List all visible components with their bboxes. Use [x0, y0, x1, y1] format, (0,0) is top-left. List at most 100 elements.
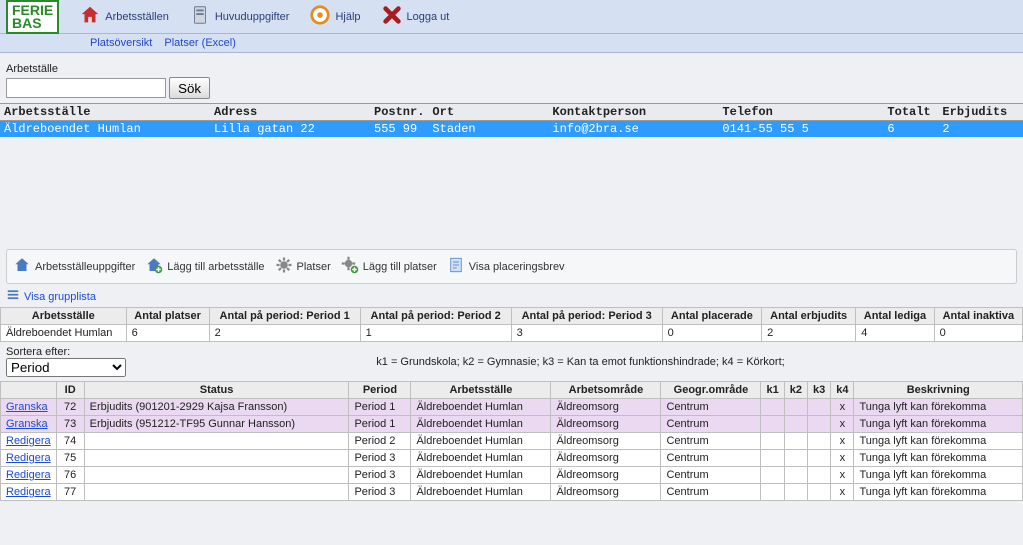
- wp-off: 2: [938, 121, 1023, 138]
- detail-table: ID Status Period Arbetsställe Arbetsområ…: [0, 381, 1023, 501]
- workplace-grid: Arbetsställe Adress Postnr. Ort Kontaktp…: [0, 103, 1023, 137]
- workplace-grid-header: Arbetsställe Adress Postnr. Ort Kontaktp…: [0, 104, 1023, 121]
- dh-period[interactable]: Period: [349, 382, 411, 399]
- sh3: Antal på period: Period 1: [209, 308, 360, 325]
- dh-area[interactable]: Arbetsområde: [551, 382, 661, 399]
- row-id: 77: [56, 484, 84, 501]
- row-geo: Centrum: [661, 467, 761, 484]
- nav-arbetsstallen[interactable]: Arbetsställen: [75, 2, 173, 31]
- row-id: 72: [56, 399, 84, 416]
- row-action-link[interactable]: Redigera: [6, 486, 51, 498]
- topbar: FERIE BAS Arbetsställen Huvuduppgifter H…: [0, 0, 1023, 34]
- row-place: Äldreboendet Humlan: [411, 433, 551, 450]
- nav-logout[interactable]: Logga ut: [377, 2, 454, 31]
- row-status: [84, 450, 349, 467]
- row-action-link[interactable]: Redigera: [6, 435, 51, 447]
- dh-k3[interactable]: k3: [807, 382, 830, 399]
- wp-h-city[interactable]: Ort: [428, 104, 548, 121]
- dh-id[interactable]: ID: [56, 382, 84, 399]
- row-action-link[interactable]: Redigera: [6, 452, 51, 464]
- add-home-icon: [145, 256, 163, 277]
- sort-label: Sortera efter:: [6, 346, 126, 358]
- row-k2: [784, 399, 807, 416]
- row-period: Period 2: [349, 433, 411, 450]
- nav-logout-label: Logga ut: [407, 11, 450, 23]
- legend-text: k1 = Grundskola; k2 = Gymnasie; k3 = Kan…: [144, 356, 1017, 368]
- tool-info-label: Arbetsställeuppgifter: [35, 261, 135, 273]
- row-area: Äldreomsorg: [551, 399, 661, 416]
- wp-h-phone[interactable]: Telefon: [718, 104, 883, 121]
- row-period: Period 3: [349, 450, 411, 467]
- tool-platser[interactable]: Platser: [275, 256, 331, 277]
- wp-h-contact[interactable]: Kontaktperson: [548, 104, 718, 121]
- sr1: Äldreboendet Humlan: [1, 325, 127, 342]
- row-k4: x: [831, 399, 854, 416]
- help-icon: [309, 4, 331, 29]
- row-period: Period 3: [349, 484, 411, 501]
- row-place: Äldreboendet Humlan: [411, 484, 551, 501]
- row-id: 73: [56, 416, 84, 433]
- row-geo: Centrum: [661, 433, 761, 450]
- row-descr: Tunga lyft kan förekomma: [854, 433, 1023, 450]
- table-row: Redigera76Period 3Äldreboendet HumlanÄld…: [1, 467, 1023, 484]
- wp-addr: Lilla gatan 22: [210, 121, 370, 138]
- wp-h-addr[interactable]: Adress: [210, 104, 370, 121]
- wp-h-total[interactable]: Totalt: [883, 104, 938, 121]
- sort-row: Sortera efter: Period k1 = Grundskola; k…: [0, 342, 1023, 381]
- row-geo: Centrum: [661, 416, 761, 433]
- detail-header: ID Status Period Arbetsställe Arbetsområ…: [1, 382, 1023, 399]
- sr3: 2: [209, 325, 360, 342]
- search-section: Arbetställe Sök: [0, 53, 1023, 103]
- row-area: Äldreomsorg: [551, 433, 661, 450]
- wp-h-off[interactable]: Erbjudits: [938, 104, 1023, 121]
- tool-add-platser[interactable]: Lägg till platser: [341, 256, 437, 277]
- row-action-link[interactable]: Redigera: [6, 469, 51, 481]
- wp-h-name[interactable]: Arbetsställe: [0, 104, 210, 121]
- row-action-link[interactable]: Granska: [6, 401, 48, 413]
- row-k1: [761, 399, 784, 416]
- search-input[interactable]: [6, 78, 166, 98]
- row-descr: Tunga lyft kan förekomma: [854, 484, 1023, 501]
- visa-grupplista[interactable]: Visa grupplista: [0, 286, 1023, 307]
- sh2: Antal platser: [126, 308, 209, 325]
- subnav-platsoversikt[interactable]: Platsöversikt: [90, 37, 152, 49]
- sr5: 3: [511, 325, 662, 342]
- dh-k4[interactable]: k4: [831, 382, 854, 399]
- subnav: Platsöversikt Platser (Excel): [0, 34, 1023, 53]
- tool-add-platser-label: Lägg till platser: [363, 261, 437, 273]
- sort-select[interactable]: Period: [6, 358, 126, 377]
- search-button[interactable]: Sök: [169, 77, 210, 99]
- row-action-link[interactable]: Granska: [6, 418, 48, 430]
- dh-place[interactable]: Arbetsställe: [411, 382, 551, 399]
- dh-geo[interactable]: Geogr.område: [661, 382, 761, 399]
- workplace-row[interactable]: Äldreboendet Humlan Lilla gatan 22 555 9…: [0, 121, 1023, 138]
- row-k3: [807, 450, 830, 467]
- row-id: 74: [56, 433, 84, 450]
- nav-huvuduppgifter[interactable]: Huvuduppgifter: [185, 2, 294, 31]
- dh-descr[interactable]: Beskrivning: [854, 382, 1023, 399]
- home-small-icon: [13, 256, 31, 277]
- row-k2: [784, 416, 807, 433]
- row-period: Period 1: [349, 399, 411, 416]
- tool-show-letter[interactable]: Visa placeringsbrev: [447, 256, 565, 277]
- sr2: 6: [126, 325, 209, 342]
- dh-k2[interactable]: k2: [784, 382, 807, 399]
- sr8: 4: [856, 325, 934, 342]
- row-k2: [784, 467, 807, 484]
- subnav-platser-excel[interactable]: Platser (Excel): [164, 37, 236, 49]
- tool-add-workplace[interactable]: Lägg till arbetsställe: [145, 256, 264, 277]
- row-descr: Tunga lyft kan förekomma: [854, 399, 1023, 416]
- row-id: 76: [56, 467, 84, 484]
- sort-box: Sortera efter: Period: [6, 346, 126, 377]
- nav-help[interactable]: Hjälp: [305, 2, 364, 31]
- search-label: Arbetställe: [6, 63, 1017, 75]
- tool-info[interactable]: Arbetsställeuppgifter: [13, 256, 135, 277]
- table-row: Redigera75Period 3Äldreboendet HumlanÄld…: [1, 450, 1023, 467]
- wp-h-post[interactable]: Postnr.: [370, 104, 428, 121]
- dh-status[interactable]: Status: [84, 382, 349, 399]
- row-geo: Centrum: [661, 450, 761, 467]
- row-k1: [761, 484, 784, 501]
- row-k3: [807, 484, 830, 501]
- dh-k1[interactable]: k1: [761, 382, 784, 399]
- table-row: Granska72Erbjudits (901201-2929 Kajsa Fr…: [1, 399, 1023, 416]
